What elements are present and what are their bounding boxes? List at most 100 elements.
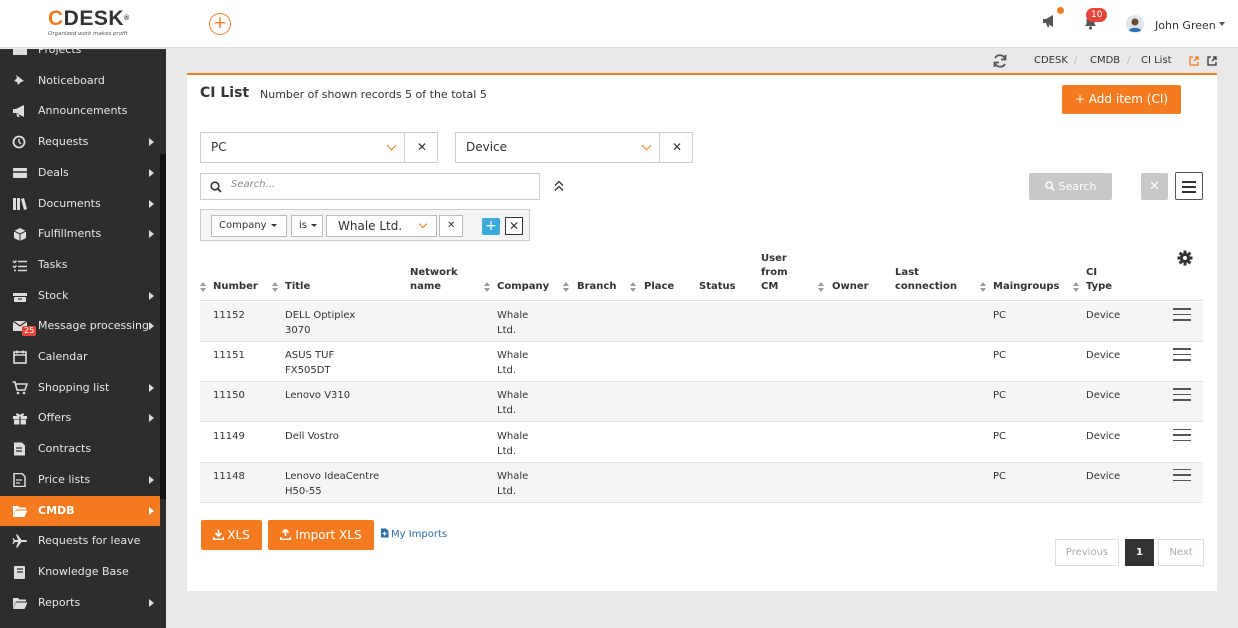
column-header-title[interactable]: Title: [285, 280, 310, 294]
plane-icon: [12, 534, 27, 548]
sidebar-item-dms[interactable]: DMS: [0, 618, 160, 628]
column-header-maingroups[interactable]: Maingroups: [993, 280, 1059, 294]
search-input[interactable]: [231, 179, 521, 190]
table-row[interactable]: 11151 ASUS TUF FX505DT Whale Ltd. PC Device: [200, 342, 1203, 383]
import-xls-button[interactable]: Import XLS: [268, 520, 374, 550]
search-button[interactable]: Search: [1029, 173, 1112, 200]
column-header-company[interactable]: Company: [497, 280, 549, 294]
sidebar-item-noticeboard[interactable]: Noticeboard: [0, 66, 160, 96]
open-new-window-icon[interactable]: [1207, 56, 1217, 66]
column-header-number[interactable]: Number: [213, 280, 258, 294]
user-name[interactable]: John Green: [1155, 19, 1216, 32]
sidebar-item-deals[interactable]: Deals: [0, 158, 160, 188]
condition-field-dropdown[interactable]: Company: [211, 215, 287, 237]
maingroup-clear-icon[interactable]: ✕: [417, 140, 427, 154]
column-header-network[interactable]: Network name: [410, 266, 458, 294]
stock-icon: [13, 292, 27, 302]
condition-value-select[interactable]: Whale Ltd.: [326, 215, 437, 237]
column-header-ci-type[interactable]: CI Type: [1086, 266, 1112, 294]
remove-filter-button[interactable]: ✕: [505, 217, 523, 235]
cell-line: Whale: [497, 390, 529, 402]
column-header-user-cm[interactable]: User from CM: [761, 252, 788, 294]
column-header-place[interactable]: Place: [644, 280, 674, 294]
sidebar-item-knowledge-base[interactable]: Knowledge Base: [0, 557, 160, 587]
row-menu-icon[interactable]: [1173, 468, 1191, 486]
sidebar-item-calendar[interactable]: Calendar: [0, 342, 160, 372]
type-select[interactable]: Device ✕: [455, 132, 693, 163]
condition-remove-button[interactable]: ✕: [439, 215, 463, 237]
column-header-line: Number: [213, 281, 258, 292]
logo[interactable]: CDESK® Organized work makes profit: [48, 8, 148, 38]
sort-icon[interactable]: [980, 282, 987, 293]
column-header-line: Owner: [832, 281, 869, 292]
sidebar-item-label: Deals: [38, 165, 69, 179]
sidebar-item-stock[interactable]: Stock: [0, 281, 160, 311]
refresh-icon[interactable]: [992, 53, 1008, 69]
sidebar-item-fulfillments[interactable]: Fulfillments: [0, 219, 160, 249]
sort-icon[interactable]: [1073, 282, 1080, 293]
caret-down-icon: [270, 223, 277, 227]
open-external-icon[interactable]: [1189, 56, 1199, 66]
sort-icon[interactable]: [272, 282, 279, 293]
sidebar-item-shopping-list[interactable]: Shopping list: [0, 373, 160, 403]
my-imports-link[interactable]: My Imports: [380, 528, 447, 540]
sidebar-item-reports[interactable]: Reports: [0, 588, 160, 618]
table-row[interactable]: 11149 Dell Vostro Whale Ltd. PC Device: [200, 423, 1203, 463]
sort-icon[interactable]: [563, 282, 570, 293]
table-row[interactable]: 11148 Lenovo IdeaCentre H50-55 Whale Ltd. PC D…: [200, 462, 1203, 503]
sidebar-item-offers[interactable]: Offers: [0, 403, 160, 433]
collapse-filters-icon[interactable]: [553, 179, 565, 193]
chevron-down-icon[interactable]: [1219, 22, 1225, 26]
sidebar-item-requests-for-leave[interactable]: Requests for leave: [0, 526, 160, 556]
condition-operator-dropdown[interactable]: is: [291, 215, 323, 237]
pagination-page-1[interactable]: 1: [1125, 539, 1154, 566]
cell-line: 3070: [285, 325, 311, 336]
sidebar-item-label: Message processing: [38, 319, 149, 333]
list-options-button[interactable]: [1175, 172, 1203, 200]
sidebar-scrollbar[interactable]: [160, 154, 166, 499]
breadcrumb-item-cdesk[interactable]: CDESK: [1034, 55, 1068, 66]
column-header-branch[interactable]: Branch: [577, 280, 616, 294]
sidebar-item-message-processing[interactable]: Message processing 25: [0, 311, 160, 341]
column-header-last-conn[interactable]: Last connection: [895, 266, 957, 294]
add-condition-button[interactable]: +: [482, 218, 500, 235]
pagination-next[interactable]: Next: [1158, 539, 1204, 566]
sidebar-item-tasks[interactable]: Tasks: [0, 250, 160, 280]
add-item-button[interactable]: + Add item (CI): [1062, 85, 1181, 114]
breadcrumb-item-cmdb[interactable]: CMDB: [1090, 55, 1120, 66]
sort-icon[interactable]: [484, 282, 491, 293]
column-header-line: connection: [895, 281, 957, 292]
user-avatar-icon[interactable]: [1126, 15, 1144, 33]
sidebar-item-cmdb[interactable]: CMDB: [0, 495, 160, 526]
row-menu-icon[interactable]: [1173, 388, 1191, 405]
clear-filters-button[interactable]: ✕: [1141, 173, 1168, 200]
announcements-megaphone-icon[interactable]: [1042, 14, 1058, 28]
sidebar-item-documents[interactable]: Documents: [0, 189, 160, 219]
quick-add-button[interactable]: +: [209, 13, 231, 35]
cell-line: FX505DT: [285, 365, 331, 377]
sidebar-item-announcements[interactable]: Announcements: [0, 96, 160, 126]
sidebar-item-projects[interactable]: Projects: [0, 49, 160, 65]
sidebar-item-contracts[interactable]: Contracts: [0, 434, 160, 464]
sidebar-item-price-lists[interactable]: Price lists: [0, 465, 160, 495]
cell-title: Lenovo V310: [285, 388, 350, 403]
export-xls-button[interactable]: XLS: [201, 520, 262, 550]
caret-right-icon: [149, 168, 154, 177]
column-header-status[interactable]: Status: [699, 280, 736, 294]
column-header-owner[interactable]: Owner: [832, 280, 869, 294]
logo-reg: ®: [124, 15, 130, 22]
pagination-previous[interactable]: Previous: [1055, 539, 1119, 566]
sort-icon[interactable]: [630, 282, 637, 293]
row-menu-icon[interactable]: [1173, 308, 1191, 325]
row-menu-icon[interactable]: [1173, 428, 1191, 446]
table-row[interactable]: 11152 DELL Optiplex 3070 Whale Ltd. PC Device: [200, 302, 1203, 342]
cell-maingroups: PC: [993, 350, 1007, 362]
type-clear-icon[interactable]: ✕: [672, 140, 682, 154]
row-menu-icon[interactable]: [1173, 348, 1191, 365]
sort-icon[interactable]: [818, 282, 825, 293]
sidebar-item-requests[interactable]: Requests: [0, 127, 160, 157]
requests-icon: [12, 135, 26, 149]
maingroup-select[interactable]: PC ✕: [200, 132, 438, 163]
sort-icon[interactable]: [200, 282, 207, 293]
table-row[interactable]: 11150 Lenovo V310 Whale Ltd. PC Device: [200, 382, 1203, 423]
